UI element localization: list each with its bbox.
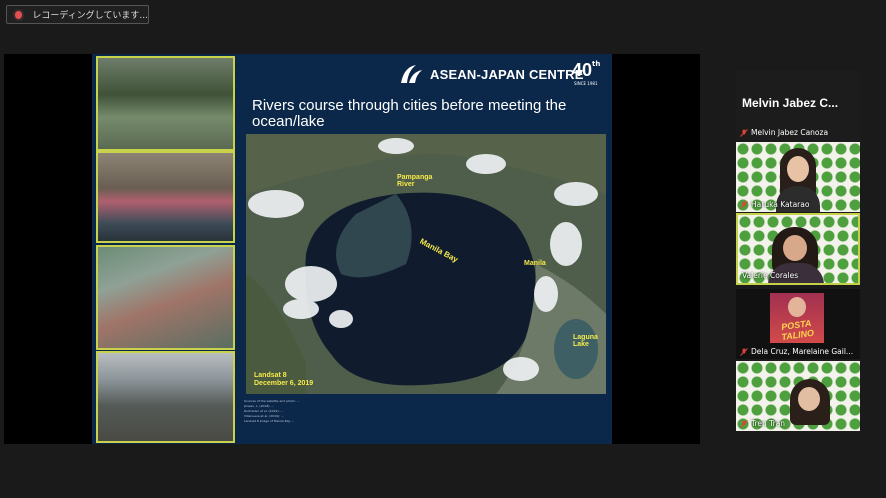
participant-face	[788, 297, 806, 317]
mic-muted-icon	[740, 128, 748, 137]
mic-muted-icon	[740, 200, 748, 209]
participant-label: Haruka Katarao	[738, 199, 812, 210]
photo-strip	[92, 54, 237, 444]
label-laguna-lake-text: Laguna Lake	[573, 334, 598, 348]
anniversary-since: SINCE 1981	[574, 81, 598, 86]
participant-tile-melvin[interactable]: Melvin Jabez C... Melvin Jabez Canoza	[736, 70, 860, 140]
anniversary-badge: 40th SINCE 1981	[572, 60, 602, 90]
poster-text: POSTA TALINO	[780, 317, 815, 343]
participant-face	[783, 235, 807, 261]
brand-name: ASEAN-JAPAN CENTRE	[430, 66, 584, 82]
participant-tile-dela-cruz[interactable]: POSTA TALINO Dela Cruz, Marelaine Gail..…	[736, 289, 860, 359]
landsat-line2: December 6, 2019	[254, 380, 314, 387]
landsat-caption: Landsat 8 December 6, 2019	[254, 372, 313, 388]
participant-name: Haruka Katarao	[751, 200, 810, 209]
participant-label: Valerie Corales	[740, 270, 801, 281]
record-icon	[15, 10, 23, 19]
reference-list: Sources of the satellite and photo: ... …	[244, 399, 599, 424]
brand-header: ASEAN-JAPAN CENTRE	[398, 63, 584, 85]
participant-name: Valerie Corales	[742, 271, 799, 280]
reference-item: Landsat 8 image of Manila Bay ...	[244, 419, 295, 423]
label-laguna-lake: Laguna Lake	[573, 334, 598, 348]
participant-tile-valerie[interactable]: Valerie Corales	[736, 213, 860, 285]
participant-face	[798, 387, 820, 411]
anniversary-suffix: th	[592, 60, 601, 68]
participant-name: Tren Tran	[751, 419, 786, 428]
participant-tile-haruka[interactable]: Haruka Katarao	[736, 142, 860, 212]
recording-status-text: レコーディングしています...	[32, 11, 148, 21]
label-pampanga-river-text: Pampanga River	[397, 174, 433, 188]
satellite-map-graphic	[246, 134, 606, 394]
participant-name: Melvin Jabez Canoza	[751, 128, 829, 137]
participant-label: Tren Tran	[738, 418, 788, 429]
participant-avatar-poster: POSTA TALINO	[770, 293, 824, 343]
presentation-slide: ASEAN-JAPAN CENTRE 40th SINCE 1981 River…	[92, 54, 612, 444]
participant-tile-tren[interactable]: Tren Tran	[736, 361, 860, 431]
mic-muted-icon	[740, 347, 748, 356]
label-pampanga-river: Pampanga River	[397, 174, 432, 188]
landsat-line1: Landsat 8	[254, 372, 287, 379]
ajc-logo-icon	[401, 65, 422, 83]
participant-display-name: Melvin Jabez C...	[742, 96, 839, 110]
anniversary-number: 40	[572, 60, 593, 80]
river-photo-2	[96, 151, 235, 243]
participant-label: Melvin Jabez Canoza	[738, 127, 831, 138]
participant-name: Dela Cruz, Marelaine Gail...	[751, 347, 854, 356]
mic-muted-icon	[740, 419, 748, 428]
river-photo-1	[96, 56, 235, 151]
river-photo-3	[96, 245, 235, 350]
label-manila: Manila	[524, 260, 546, 267]
slide-title: Rivers course through cities before meet…	[252, 97, 567, 130]
participant-face	[787, 156, 809, 182]
participant-label: Dela Cruz, Marelaine Gail...	[738, 346, 856, 357]
satellite-image: Pampanga River Manila Bay Manila Laguna …	[246, 134, 606, 394]
recording-indicator[interactable]: レコーディングしています...	[6, 5, 149, 24]
river-photo-4	[96, 351, 235, 443]
